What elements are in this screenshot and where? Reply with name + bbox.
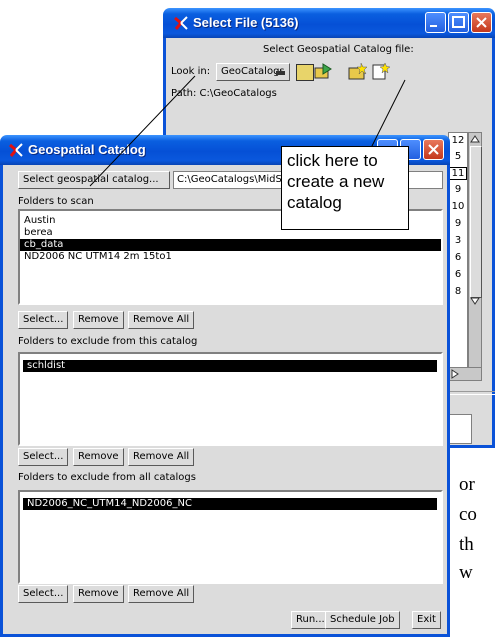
callout-box: click here to create a new catalog xyxy=(281,146,409,230)
callout-text: click here to create a new catalog xyxy=(287,151,385,212)
callout-lines xyxy=(89,75,406,187)
